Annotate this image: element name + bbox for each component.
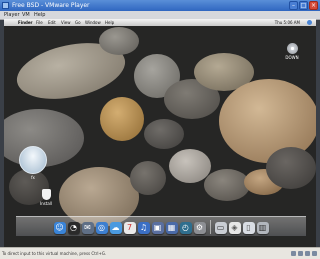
shield-icon [41,189,51,200]
vmware-statusbar: To direct input to this virtual machine,… [0,247,320,259]
wallpaper-pebble [99,27,139,55]
wallpaper-pebble [100,97,144,141]
dock-finder-icon[interactable]: ☺ [53,222,66,234]
dock-mail-icon[interactable]: ✉ [81,222,94,234]
dock-dashboard-icon[interactable]: ◔ [67,222,80,234]
menu-help[interactable]: Help [105,19,114,26]
guest-menubar: Finder File Edit View Go Window Help Thu… [4,19,316,26]
network-icon[interactable] [291,251,296,256]
disk-icon[interactable] [312,251,317,256]
wallpaper-pebble [169,149,211,183]
menu-edit[interactable]: Edit [48,19,56,26]
menu-window[interactable]: Window [85,19,101,26]
guest-desktop[interactable]: Finder File Edit View Go Window Help Thu… [4,19,316,247]
wallpaper-pebble [144,119,184,149]
dock-spaces-icon[interactable]: ▦ [165,222,178,234]
menu-go[interactable]: Go [75,19,81,26]
menu-view[interactable]: View [61,19,71,26]
dock-shield-icon[interactable]: ◈ [228,222,241,234]
dock-downloads-icon[interactable]: ▭ [214,222,227,234]
dock-timemachine-icon[interactable]: ◴ [179,222,192,234]
spotlight-icon[interactable] [307,20,312,25]
toolbar-menu-player[interactable]: Player [4,11,20,19]
usb-icon[interactable] [298,251,303,256]
desktop-icon-fx[interactable]: fx [18,146,48,180]
dock-safari-icon[interactable]: ◎ [95,222,108,234]
maximize-button[interactable]: □ [299,1,308,10]
dock-iphoto-icon[interactable]: ▣ [151,222,164,234]
menu-finder[interactable]: Finder [18,19,33,26]
status-message: To direct input to this virtual machine,… [2,251,107,256]
desktop-icon-drive[interactable]: DOWN [280,43,304,60]
dock-ical-icon[interactable]: 7 [123,222,136,234]
wallpaper-pebble [266,147,316,189]
dock-documents-icon[interactable]: ▯ [242,222,255,234]
dock-ichat-icon[interactable]: ☁ [109,222,122,234]
desktop-icon-label: fx [31,175,35,180]
disc-icon [286,43,298,54]
dock-preferences-icon[interactable]: ⚙ [193,222,206,234]
wallpaper-pebble [204,169,250,201]
dock-itunes-icon[interactable]: ♫ [137,222,150,234]
window-titlebar: Free BSD - VMware Player – □ × [0,0,320,11]
dock: ☺ ◔ ✉ ◎ ☁ 7 ♫ ▣ ▦ ◴ ⚙ ▭ ◈ ▯ ▥ [16,216,306,236]
window-controls: – □ × [289,1,318,10]
desktop-icon-label: DOWN [285,55,299,60]
vmware-icon [2,2,9,9]
toolbar-menu-vm[interactable]: VM [22,11,30,19]
device-tray [291,251,317,256]
minimize-button[interactable]: – [289,1,298,10]
sound-icon[interactable] [305,251,310,256]
close-button[interactable]: × [309,1,318,10]
menubar-clock[interactable]: Thu 5:06 AM [275,19,300,26]
desktop-icon-label: Install [39,201,53,206]
window-title: Free BSD - VMware Player [12,2,90,9]
dock-trash-icon[interactable]: ▥ [256,222,269,234]
widget-icon [19,146,47,174]
desktop-icon-install[interactable]: Install [34,189,58,206]
menu-file[interactable]: File [36,19,43,26]
dock-separator [209,220,211,234]
wallpaper-pebble [130,161,166,195]
toolbar-menu-help[interactable]: Help [34,11,45,19]
